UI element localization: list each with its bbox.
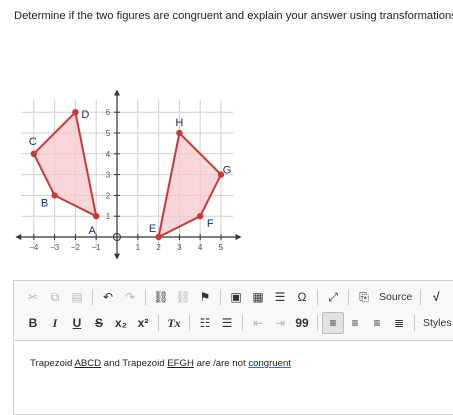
strikethrough-button[interactable]: S xyxy=(88,312,110,334)
question-text: Determine if the two figures are congrue… xyxy=(14,10,453,22)
y-axis-arrow xyxy=(114,253,120,260)
answer-efgh: EFGH xyxy=(167,358,194,369)
underline-button[interactable]: U xyxy=(66,312,88,334)
vertex-label-c: C xyxy=(29,136,37,148)
x-axis-arrow xyxy=(235,234,242,240)
toolbar-separator xyxy=(158,315,159,331)
superscript-button[interactable]: x² xyxy=(132,312,154,334)
table-icon[interactable]: ▦ xyxy=(247,286,269,308)
y-tick-label: 2 xyxy=(106,191,111,200)
vertex-label-h: H xyxy=(175,117,183,129)
vertex-label-e: E xyxy=(149,223,156,235)
source-button[interactable]: Source xyxy=(375,286,416,308)
vertex-label-a: A xyxy=(89,225,97,237)
y-tick-label: 3 xyxy=(106,171,111,180)
x-axis-arrow xyxy=(15,234,22,240)
y-axis-arrow xyxy=(114,89,120,96)
special-char-icon[interactable]: Ω xyxy=(291,286,313,308)
answer-text-3: are /are not xyxy=(193,358,249,369)
vertex-h xyxy=(176,129,183,137)
toolbar-separator xyxy=(420,289,422,305)
editor-toolbar: ✂ ⧉ ▤ ↶ ↷ ⛓ ⛓ ⚑ ▣ ▦ ☰ Ω ⤢ ⎘ Source √ C B xyxy=(14,281,453,341)
vertex-label-g: G xyxy=(223,165,232,177)
coordinate-graph: −4 −3 −2 −1 1 2 3 4 5 1 2 3 4 5 6 A B C D E F G H xyxy=(13,41,246,272)
toolbar-separator xyxy=(189,315,190,331)
answer-text-2: and Trapezoid xyxy=(101,358,168,369)
x-tick-label: 2 xyxy=(156,243,161,252)
vertex-a xyxy=(93,213,100,220)
subscript-button[interactable]: x₂ xyxy=(110,312,132,334)
editor-content[interactable]: Trapezoid ABCD and Trapezoid EFGH are /a… xyxy=(14,341,453,386)
increase-indent-icon[interactable]: ⇥ xyxy=(269,312,291,334)
answer-congruent: congruent xyxy=(248,358,291,369)
y-tick-label: 1 xyxy=(106,212,111,221)
x-tick-label: −4 xyxy=(29,243,39,252)
remove-format-button[interactable]: Tx xyxy=(163,312,185,334)
x-tick-label: 5 xyxy=(219,243,224,252)
toolbar-separator xyxy=(145,289,146,305)
toolbar-separator xyxy=(348,289,349,305)
y-tick-label: 4 xyxy=(106,150,111,159)
copy-icon[interactable]: ⧉ xyxy=(44,286,66,308)
blockquote-button[interactable]: 99 xyxy=(291,312,313,334)
styles-dropdown[interactable]: Styles xyxy=(419,312,453,334)
toolbar-separator xyxy=(220,289,221,305)
x-tick-label: −3 xyxy=(50,243,60,252)
toolbar-separator xyxy=(317,289,318,305)
italic-button[interactable]: I xyxy=(44,312,66,334)
toolbar-row-2: B I U S x₂ x² Tx ☷ ☰ ⇤ ⇥ 99 ≡ ≡ ≡ ≣ Styl… xyxy=(22,312,453,334)
cut-icon[interactable]: ✂ xyxy=(22,286,44,308)
paste-icon[interactable]: ▤ xyxy=(66,286,88,308)
vertex-b xyxy=(51,192,58,199)
align-left-icon[interactable]: ≡ xyxy=(322,312,344,334)
c-icon[interactable]: C xyxy=(447,286,453,308)
answer-text-1: Trapezoid xyxy=(30,358,75,369)
x-tick-label: 4 xyxy=(198,243,203,252)
graph-svg: −4 −3 −2 −1 1 2 3 4 5 1 2 3 4 5 6 A B C D E F G H xyxy=(15,89,242,260)
align-right-icon[interactable]: ≡ xyxy=(366,312,388,334)
numbered-list-icon[interactable]: ☷ xyxy=(194,312,216,334)
image-icon[interactable]: ▣ xyxy=(225,286,247,308)
source-icon[interactable]: ⎘ xyxy=(353,286,375,308)
link-icon[interactable]: ⛓ xyxy=(150,286,172,308)
x-tick-label: −1 xyxy=(92,243,102,252)
toolbar-separator xyxy=(242,315,243,331)
bold-button[interactable]: B xyxy=(22,312,44,334)
undo-icon[interactable]: ↶ xyxy=(97,286,119,308)
vertex-d xyxy=(72,109,79,116)
answer-abcd: ABCD xyxy=(74,358,102,369)
rich-text-editor: ✂ ⧉ ▤ ↶ ↷ ⛓ ⛓ ⚑ ▣ ▦ ☰ Ω ⤢ ⎘ Source √ C B xyxy=(13,280,453,415)
unlink-icon[interactable]: ⛓ xyxy=(172,286,194,308)
horizontal-line-icon[interactable]: ☰ xyxy=(269,286,291,308)
redo-icon[interactable]: ↷ xyxy=(119,286,141,308)
toolbar-separator xyxy=(414,315,415,331)
align-justify-icon[interactable]: ≣ xyxy=(388,312,410,334)
x-tick-label: −2 xyxy=(71,243,81,252)
y-tick-label: 6 xyxy=(106,108,111,117)
vertex-e xyxy=(155,233,162,241)
maximize-icon[interactable]: ⤢ xyxy=(322,286,344,308)
decrease-indent-icon[interactable]: ⇤ xyxy=(247,312,269,334)
toolbar-separator xyxy=(92,289,93,305)
x-tick-label: 1 xyxy=(136,243,141,252)
bulleted-list-icon[interactable]: ☰ xyxy=(216,312,238,334)
vertex-c xyxy=(30,150,37,157)
align-center-icon[interactable]: ≡ xyxy=(344,312,366,334)
square-root-icon[interactable]: √ xyxy=(425,286,447,308)
vertex-label-d: D xyxy=(81,109,89,121)
toolbar-row-1: ✂ ⧉ ▤ ↶ ↷ ⛓ ⛓ ⚑ ▣ ▦ ☰ Ω ⤢ ⎘ Source √ C xyxy=(22,286,453,308)
anchor-flag-icon[interactable]: ⚑ xyxy=(194,286,216,308)
vertex-label-f: F xyxy=(207,218,214,230)
vertex-label-b: B xyxy=(41,197,48,209)
toolbar-separator xyxy=(317,315,318,331)
x-tick-label: 3 xyxy=(177,243,182,252)
y-tick-label: 5 xyxy=(106,129,111,138)
vertex-f xyxy=(197,213,204,220)
